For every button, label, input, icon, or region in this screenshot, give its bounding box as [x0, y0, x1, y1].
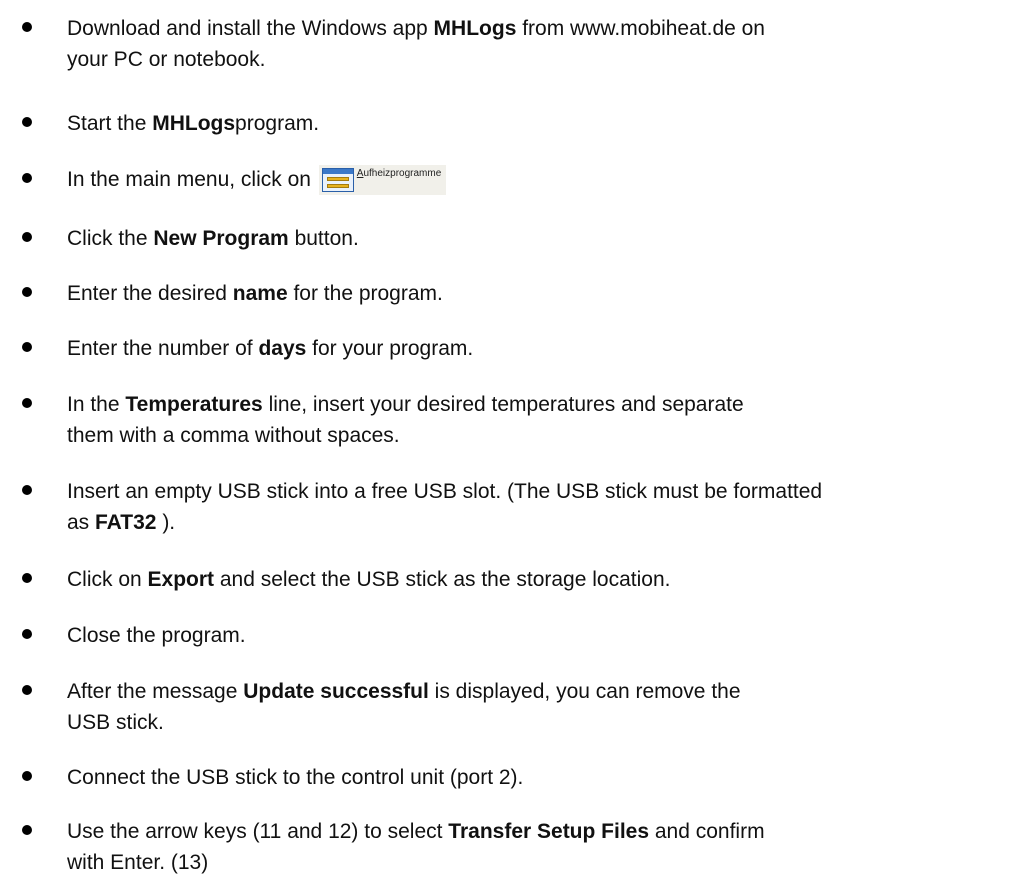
text-run: Click on [67, 568, 148, 591]
text-run: Download and install the Windows app [67, 17, 434, 40]
bullet-icon [22, 685, 32, 695]
button-label-rest: ufheizprogramme [363, 168, 442, 179]
emphasized-term: Transfer Setup Files [448, 820, 650, 843]
bullet-icon [22, 117, 32, 127]
text-run: them with a comma without spaces. [67, 424, 400, 447]
program-list-icon [321, 168, 354, 192]
step-text: Close the program. [67, 620, 1027, 651]
text-run: with Enter. (13) [67, 851, 209, 874]
bullet-icon [22, 825, 32, 835]
emphasized-term: Export [147, 568, 215, 591]
text-run: from www.mobiheat.de on [516, 17, 765, 40]
text-run: ). [156, 511, 176, 534]
step-text: Start the MHLogsprogram. [67, 108, 1027, 139]
button-label: Aufheizprogramme [357, 168, 441, 180]
text-run: Click the [67, 227, 154, 250]
text-run: Enter the desired [67, 282, 233, 305]
bullet-icon [22, 22, 32, 32]
emphasized-term: New Program [153, 227, 289, 250]
text-run: Insert an empty USB stick into a free US… [67, 480, 823, 503]
bullet-icon [22, 573, 32, 583]
text-run: USB stick. [67, 711, 164, 734]
text-run: program. [235, 112, 320, 135]
text-run: your PC or notebook. [67, 48, 266, 71]
emphasized-term: Update successful [243, 680, 429, 703]
text-run: After the message [67, 680, 244, 703]
emphasized-term: MHLogs [433, 17, 517, 40]
emphasized-term: FAT32 [95, 511, 157, 534]
text-run: as [67, 511, 96, 534]
aufheizprogramme-button[interactable]: Aufheizprogramme [318, 165, 447, 195]
bullet-icon [22, 232, 32, 242]
step-text: Enter the number of days for your progra… [67, 333, 1027, 364]
text-run: for the program. [287, 282, 443, 305]
emphasized-term: MHLogs [152, 112, 236, 135]
instruction-document: Download and install the Windows app MHL… [0, 0, 1034, 874]
text-run: Enter the number of [67, 337, 259, 360]
text-run: Start the [67, 112, 153, 135]
text-run: In the [67, 393, 126, 416]
bullet-icon [22, 629, 32, 639]
text-run: In the main menu, click on [67, 168, 317, 191]
bullet-icon [22, 398, 32, 408]
bullet-icon [22, 771, 32, 781]
text-run: Use the arrow keys (11 and 12) to select [67, 820, 449, 843]
step-text: Click on Export and select the USB stick… [67, 564, 1027, 595]
step-text: Click the New Program button. [67, 223, 1027, 254]
emphasized-term: days [258, 337, 307, 360]
emphasized-term: Temperatures [125, 393, 263, 416]
step-text: Download and install the Windows app MHL… [67, 13, 1027, 75]
text-run: and confirm [649, 820, 765, 843]
step-text: Connect the USB stick to the control uni… [67, 762, 1027, 793]
emphasized-term: name [232, 282, 288, 305]
step-text: After the message Update successful is d… [67, 676, 1027, 738]
bullet-icon [22, 485, 32, 495]
step-text: Enter the desired name for the program. [67, 278, 1027, 309]
step-text: In the Temperatures line, insert your de… [67, 389, 1027, 451]
text-run: button. [288, 227, 359, 250]
bullet-icon [22, 287, 32, 297]
text-run: is displayed, you can remove the [428, 680, 741, 703]
text-run: for your program. [306, 337, 474, 360]
step-text: In the main menu, click on Aufheizprogra… [67, 164, 1027, 195]
bullet-icon [22, 173, 32, 183]
step-text: Insert an empty USB stick into a free US… [67, 476, 1027, 538]
step-text: Use the arrow keys (11 and 12) to select… [67, 816, 1027, 878]
bullet-icon [22, 342, 32, 352]
text-run: Connect the USB stick to the control uni… [67, 766, 524, 789]
text-run: line, insert your desired temperatures a… [262, 393, 744, 416]
text-run: and select the USB stick as the storage … [214, 568, 671, 591]
text-run: Close the program. [67, 624, 246, 647]
